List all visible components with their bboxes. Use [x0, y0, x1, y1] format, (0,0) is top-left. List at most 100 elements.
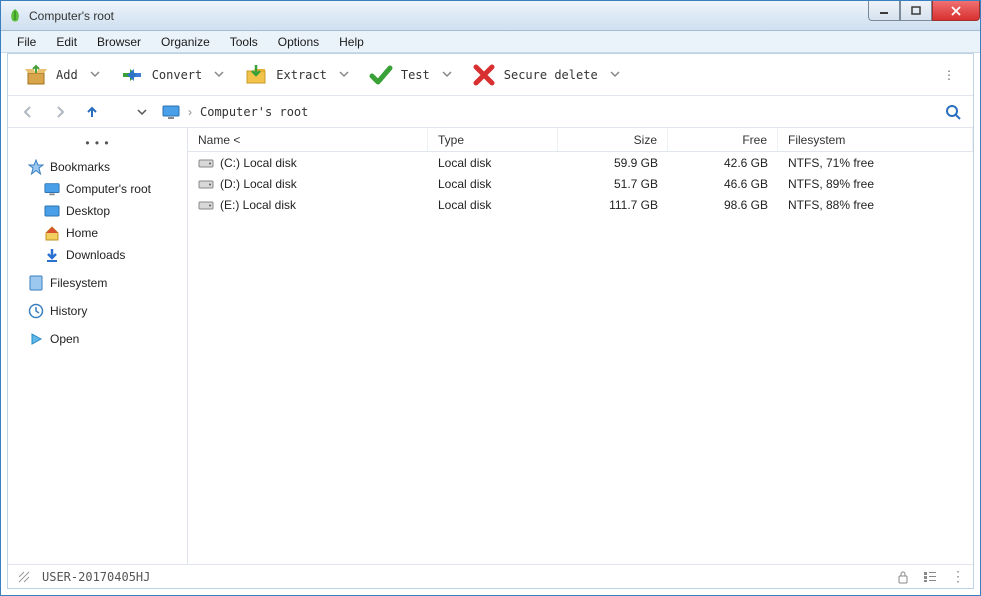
- window-controls: [868, 1, 980, 21]
- sidebar-item-label: Desktop: [66, 204, 110, 218]
- maximize-button[interactable]: [900, 1, 932, 21]
- rows: (C:) Local disk Local disk 59.9 GB 42.6 …: [188, 152, 973, 564]
- cell-size: 59.9 GB: [558, 156, 668, 170]
- column-type[interactable]: Type: [428, 128, 558, 151]
- toolbar-secure-delete[interactable]: Secure delete: [466, 59, 626, 91]
- box-open-icon: [24, 63, 48, 87]
- view-details-icon[interactable]: [923, 571, 937, 583]
- cell-free: 98.6 GB: [668, 198, 778, 212]
- monitor-icon: [162, 105, 180, 119]
- download-icon: [44, 247, 60, 263]
- nav-up[interactable]: [80, 100, 104, 124]
- chevron-down-icon: [442, 68, 452, 82]
- column-filesystem[interactable]: Filesystem: [778, 128, 973, 151]
- sidebar-item-downloads[interactable]: Downloads: [8, 244, 187, 266]
- cell-filesystem: NTFS, 89% free: [778, 177, 973, 191]
- cell-name: (D:) Local disk: [220, 177, 297, 191]
- sidebar-history-label: History: [50, 304, 87, 318]
- chevron-down-icon: [214, 68, 224, 82]
- chevron-down-icon: [339, 68, 349, 82]
- arrows-icon: [120, 63, 144, 87]
- sidebar-bookmarks[interactable]: Bookmarks: [8, 156, 187, 178]
- sidebar-bookmarks-label: Bookmarks: [50, 160, 110, 174]
- window-title: Computer's root: [29, 9, 114, 23]
- breadcrumb-dropdown[interactable]: [130, 100, 154, 124]
- lock-icon[interactable]: [897, 570, 909, 584]
- toolbar-add[interactable]: Add: [18, 59, 106, 91]
- cell-size: 111.7 GB: [558, 198, 668, 212]
- cell-name: (E:) Local disk: [220, 198, 296, 212]
- status-bar: USER-20170405HJ ⋮: [8, 564, 973, 588]
- menu-browser[interactable]: Browser: [89, 33, 149, 51]
- sidebar-menu-dots[interactable]: • • •: [8, 134, 187, 156]
- cell-type: Local disk: [428, 198, 558, 212]
- check-icon: [369, 63, 393, 87]
- sidebar-item-label: Home: [66, 226, 98, 240]
- cell-filesystem: NTFS, 88% free: [778, 198, 973, 212]
- status-overflow[interactable]: ⋮: [951, 568, 965, 585]
- close-button[interactable]: [932, 1, 980, 21]
- toolbar-overflow[interactable]: ⋮: [935, 64, 963, 86]
- breadcrumb[interactable]: › Computer's root: [162, 105, 933, 119]
- toolbar-extract-label: Extract: [276, 68, 327, 82]
- cell-name: (C:) Local disk: [220, 156, 297, 170]
- cell-filesystem: NTFS, 71% free: [778, 156, 973, 170]
- table-row[interactable]: (E:) Local disk Local disk 111.7 GB 98.6…: [188, 194, 973, 215]
- sidebar-item-label: Computer's root: [66, 182, 151, 196]
- search-button[interactable]: [941, 100, 965, 124]
- sidebar-open[interactable]: Open: [8, 328, 187, 350]
- chevron-down-icon: [610, 68, 620, 82]
- column-name[interactable]: Name <: [188, 128, 428, 151]
- menu-file[interactable]: File: [9, 33, 44, 51]
- toolbar-convert-label: Convert: [152, 68, 203, 82]
- menu-bar: File Edit Browser Organize Tools Options…: [1, 31, 980, 53]
- menu-help[interactable]: Help: [331, 33, 372, 51]
- drive-icon: [198, 199, 214, 211]
- toolbar-test[interactable]: Test: [363, 59, 458, 91]
- sidebar-open-label: Open: [50, 332, 79, 346]
- monitor-icon: [44, 181, 60, 197]
- toolbar-convert[interactable]: Convert: [114, 59, 231, 91]
- breadcrumb-separator: ›: [188, 105, 192, 119]
- toolbar: Add Convert Extract Test: [8, 54, 973, 96]
- title-bar: Computer's root: [1, 1, 980, 31]
- nav-back[interactable]: [16, 100, 40, 124]
- menu-tools[interactable]: Tools: [222, 33, 266, 51]
- search-icon: [945, 104, 961, 120]
- column-size[interactable]: Size: [558, 128, 668, 151]
- nav-bar: › Computer's root: [8, 96, 973, 128]
- toolbar-add-label: Add: [56, 68, 78, 82]
- cell-size: 51.7 GB: [558, 177, 668, 191]
- x-icon: [472, 63, 496, 87]
- menu-edit[interactable]: Edit: [48, 33, 85, 51]
- filesystem-icon: [28, 275, 44, 291]
- sidebar: • • • Bookmarks Computer's root Desktop …: [8, 128, 188, 564]
- breadcrumb-text: Computer's root: [200, 105, 308, 119]
- menu-organize[interactable]: Organize: [153, 33, 218, 51]
- resize-grip-icon[interactable]: [16, 569, 32, 585]
- nav-forward[interactable]: [48, 100, 72, 124]
- app-body: Add Convert Extract Test: [7, 53, 974, 589]
- sidebar-item-home[interactable]: Home: [8, 222, 187, 244]
- sidebar-history[interactable]: History: [8, 300, 187, 322]
- sidebar-filesystem[interactable]: Filesystem: [8, 272, 187, 294]
- table-row[interactable]: (D:) Local disk Local disk 51.7 GB 46.6 …: [188, 173, 973, 194]
- cell-free: 46.6 GB: [668, 177, 778, 191]
- toolbar-secure-delete-label: Secure delete: [504, 68, 598, 82]
- minimize-button[interactable]: [868, 1, 900, 21]
- menu-options[interactable]: Options: [270, 33, 327, 51]
- drive-icon: [198, 178, 214, 190]
- column-headers: Name < Type Size Free Filesystem: [188, 128, 973, 152]
- toolbar-test-label: Test: [401, 68, 430, 82]
- home-icon: [44, 225, 60, 241]
- desktop-icon: [44, 203, 60, 219]
- column-free[interactable]: Free: [668, 128, 778, 151]
- sidebar-item-root[interactable]: Computer's root: [8, 178, 187, 200]
- app-icon: [7, 8, 23, 24]
- star-icon: [28, 159, 44, 175]
- clock-icon: [28, 303, 44, 319]
- chevron-down-icon: [90, 68, 100, 82]
- sidebar-item-desktop[interactable]: Desktop: [8, 200, 187, 222]
- toolbar-extract[interactable]: Extract: [238, 59, 355, 91]
- table-row[interactable]: (C:) Local disk Local disk 59.9 GB 42.6 …: [188, 152, 973, 173]
